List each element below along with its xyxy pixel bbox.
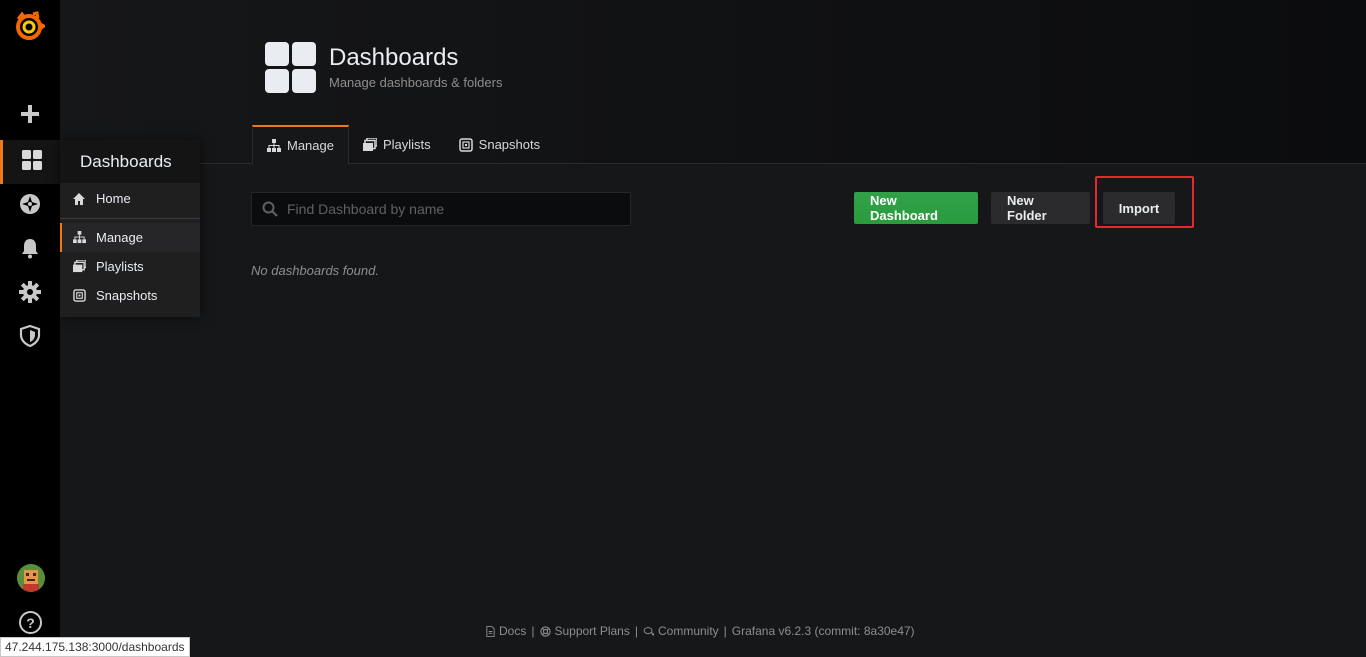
support-label: Support Plans [554,624,630,638]
page-title: Dashboards [329,44,459,71]
footer-separator: | [634,624,638,638]
side-menu: ? [0,0,60,657]
apps-icon [21,149,43,176]
tab-label: Manage [287,138,334,153]
shield-icon [19,324,41,352]
home-icon [71,191,87,207]
user-avatar[interactable] [17,564,45,592]
snapshot-icon [458,137,473,152]
tab-label: Playlists [382,137,431,152]
configuration-menu-item[interactable] [0,272,60,316]
create-menu-item[interactable] [0,94,60,138]
community-label: Community [657,624,719,638]
tab-label: Snapshots [478,137,541,152]
flyout-item-snapshots[interactable]: Snapshots [60,281,200,310]
server-admin-menu-item[interactable] [0,316,60,360]
plus-icon [19,103,41,130]
status-bar-url: 47.244.175.138:3000/dashboards [0,637,190,657]
tab-snapshots[interactable]: Snapshots [445,125,554,164]
compass-icon [19,193,41,220]
empty-state-message: No dashboards found. [251,263,379,278]
help-icon[interactable]: ? [19,611,42,634]
docs-link[interactable]: Docs [484,624,526,638]
grafana-logo-icon[interactable] [13,10,47,42]
support-icon [539,625,551,637]
dashboards-header-icon [265,42,316,93]
snapshot-icon [71,288,87,304]
footer-separator: | [723,624,727,638]
flyout-title[interactable]: Dashboards [60,140,200,183]
tab-manage[interactable]: Manage [252,125,349,165]
new-folder-button[interactable]: New Folder [991,192,1090,224]
sitemap-icon [267,138,281,152]
footer-separator: | [531,624,535,638]
flyout-divider [60,218,200,219]
version-info: Grafana v6.2.3 (commit: 8a30e47) [731,624,915,638]
footer: Docs | Support Plans | Community | Grafa… [484,624,915,638]
search-icon [262,201,278,217]
file-icon [484,625,496,637]
docs-label: Docs [499,624,527,638]
new-dashboard-button[interactable]: New Dashboard [854,192,978,224]
flyout-item-home[interactable]: Home [60,184,200,213]
dashboards-menu-item[interactable] [0,140,60,184]
dashboard-search-box[interactable] [251,192,631,226]
flyout-item-label: Home [96,191,131,206]
tab-playlists[interactable]: Playlists [349,125,445,164]
help-glyph: ? [26,614,35,631]
comments-icon [643,625,655,637]
flyout-item-label: Snapshots [96,288,158,303]
page-header: Dashboards Manage dashboards & folders M… [60,0,1366,165]
flyout-item-label: Manage [96,230,143,245]
alerting-menu-item[interactable] [0,228,60,272]
import-button[interactable]: Import [1103,192,1175,224]
sitemap-icon [71,230,87,246]
gear-icon [19,280,41,308]
bell-icon [19,237,41,264]
support-plans-link[interactable]: Support Plans [539,624,630,638]
playlist-icon [71,259,87,275]
flyout-item-label: Playlists [96,259,144,274]
playlist-icon [362,137,377,151]
page-tabs: Manage Playlists Snapshots [252,125,554,165]
flyout-item-playlists[interactable]: Playlists [60,252,200,281]
dashboards-flyout-menu: Dashboards Home Manage Playlists Snapsho… [60,140,200,317]
community-link[interactable]: Community [643,624,719,638]
search-input[interactable] [287,201,617,217]
flyout-item-manage[interactable]: Manage [60,223,200,252]
explore-menu-item[interactable] [0,184,60,228]
page-subtitle: Manage dashboards & folders [329,75,503,90]
